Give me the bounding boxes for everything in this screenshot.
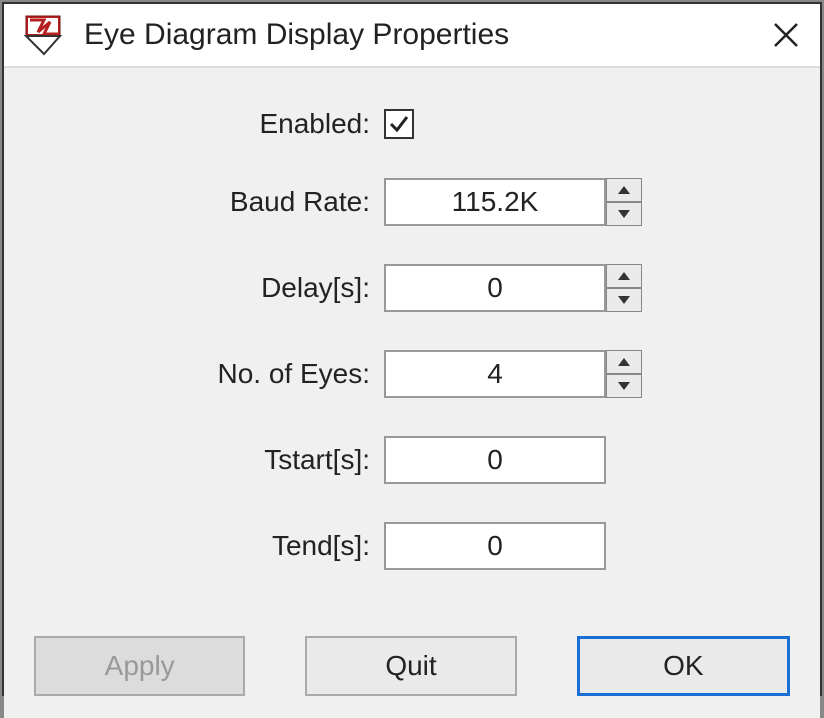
baud-rate-down[interactable] [606,202,642,226]
window-title: Eye Diagram Display Properties [84,18,772,52]
tstart-label: Tstart[s]: [34,444,384,476]
no-of-eyes-input-wrap [384,350,642,398]
apply-button[interactable]: Apply [34,636,245,696]
tend-input[interactable] [384,522,606,570]
delay-input-wrap [384,264,642,312]
row-tstart: Tstart[s]: [34,436,790,484]
row-no-of-eyes: No. of Eyes: [34,350,790,398]
tend-label: Tend[s]: [34,530,384,562]
tend-input-wrap [384,522,606,570]
check-icon [388,113,410,135]
row-delay: Delay[s]: [34,264,790,312]
tstart-input-wrap [384,436,606,484]
baud-rate-up[interactable] [606,178,642,202]
baud-rate-input[interactable] [384,178,606,226]
delay-input[interactable] [384,264,606,312]
ok-button[interactable]: OK [577,636,790,696]
dialog-window: Eye Diagram Display Properties Enabled: … [2,2,822,696]
quit-button[interactable]: Quit [305,636,516,696]
delay-label: Delay[s]: [34,272,384,304]
close-icon[interactable] [772,21,800,49]
chevron-up-icon [617,357,631,367]
dialog-content: Enabled: Baud Rate: Delay[s]: [4,68,820,618]
baud-rate-label: Baud Rate: [34,186,384,218]
titlebar: Eye Diagram Display Properties [4,4,820,68]
no-of-eyes-down[interactable] [606,374,642,398]
baud-rate-input-wrap [384,178,642,226]
row-tend: Tend[s]: [34,522,790,570]
delay-down[interactable] [606,288,642,312]
delay-spinner [606,264,642,312]
chevron-down-icon [617,381,631,391]
chevron-down-icon [617,295,631,305]
chevron-up-icon [617,271,631,281]
no-of-eyes-label: No. of Eyes: [34,358,384,390]
baud-rate-spinner [606,178,642,226]
row-baud-rate: Baud Rate: [34,178,790,226]
button-row: Apply Quit OK [4,618,820,718]
delay-up[interactable] [606,264,642,288]
app-icon [24,14,66,56]
no-of-eyes-input[interactable] [384,350,606,398]
no-of-eyes-up[interactable] [606,350,642,374]
row-enabled: Enabled: [34,108,790,140]
enabled-checkbox[interactable] [384,109,414,139]
chevron-down-icon [617,209,631,219]
tstart-input[interactable] [384,436,606,484]
chevron-up-icon [617,185,631,195]
enabled-label: Enabled: [34,108,384,140]
no-of-eyes-spinner [606,350,642,398]
